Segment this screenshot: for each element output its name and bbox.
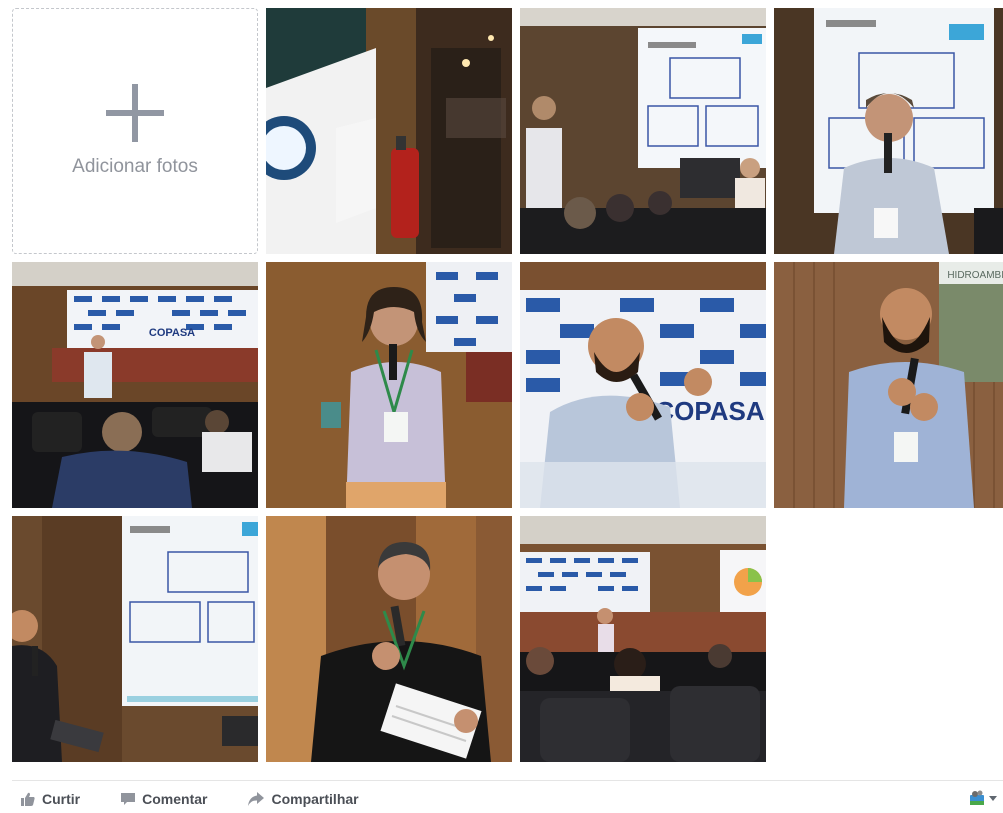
chevron-down-icon [989,795,997,801]
comment-label: Comentar [142,791,208,807]
like-button[interactable]: Curtir [20,791,80,807]
photo-bearded-man: HIDROAMBIE [774,262,1003,508]
photo-speaker-close [774,8,1003,254]
photo-thumbnail[interactable]: COPASA [12,262,258,508]
photo-banner-corridor [266,8,512,254]
photo-album-grid: Adicionar fotos COPASA COPASA HIDROAMB [12,8,1003,764]
photo-thumbnail[interactable]: HIDROAMBIE [774,262,1003,508]
photo-thumbnail[interactable] [774,8,1003,254]
hidroambiente-banner-text: HIDROAMBIE [947,270,1003,281]
like-label: Curtir [42,791,81,807]
add-photos-button[interactable]: Adicionar fotos [12,8,258,254]
share-icon [248,792,265,806]
share-button[interactable]: Compartilhar [247,791,359,807]
svg-text:COPASA: COPASA [655,396,765,426]
photo-speaker-presentation [520,8,766,254]
photo-auditorium: COPASA [12,262,258,508]
actions-divider [12,780,1003,781]
photo-thumbnail[interactable] [520,8,766,254]
photo-woman-speaking [266,262,512,508]
plus-icon [106,84,164,142]
comment-icon [121,793,136,805]
svg-text:COPASA: COPASA [149,327,195,339]
photo-man-copasa-wall: COPASA [520,262,766,508]
audience-icon [970,790,984,805]
thumbs-up-icon [21,792,35,806]
share-label: Compartilhar [271,791,359,807]
photo-thumbnail[interactable]: COPASA [520,262,766,508]
comment-button[interactable]: Comentar [120,791,207,807]
photo-thumbnail[interactable] [12,516,258,762]
audience-selector[interactable] [969,790,997,806]
photo-man-black-shirt [266,516,512,762]
photo-thumbnail[interactable] [520,516,766,762]
add-photos-label: Adicionar fotos [72,156,198,177]
post-actions-bar: Curtir Comentar Compartilhar [20,788,399,810]
photo-thumbnail[interactable] [266,516,512,762]
photo-screen-side [12,516,258,762]
photo-thumbnail[interactable] [266,262,512,508]
photo-audience-rear [520,516,766,762]
photo-thumbnail[interactable] [266,8,512,254]
